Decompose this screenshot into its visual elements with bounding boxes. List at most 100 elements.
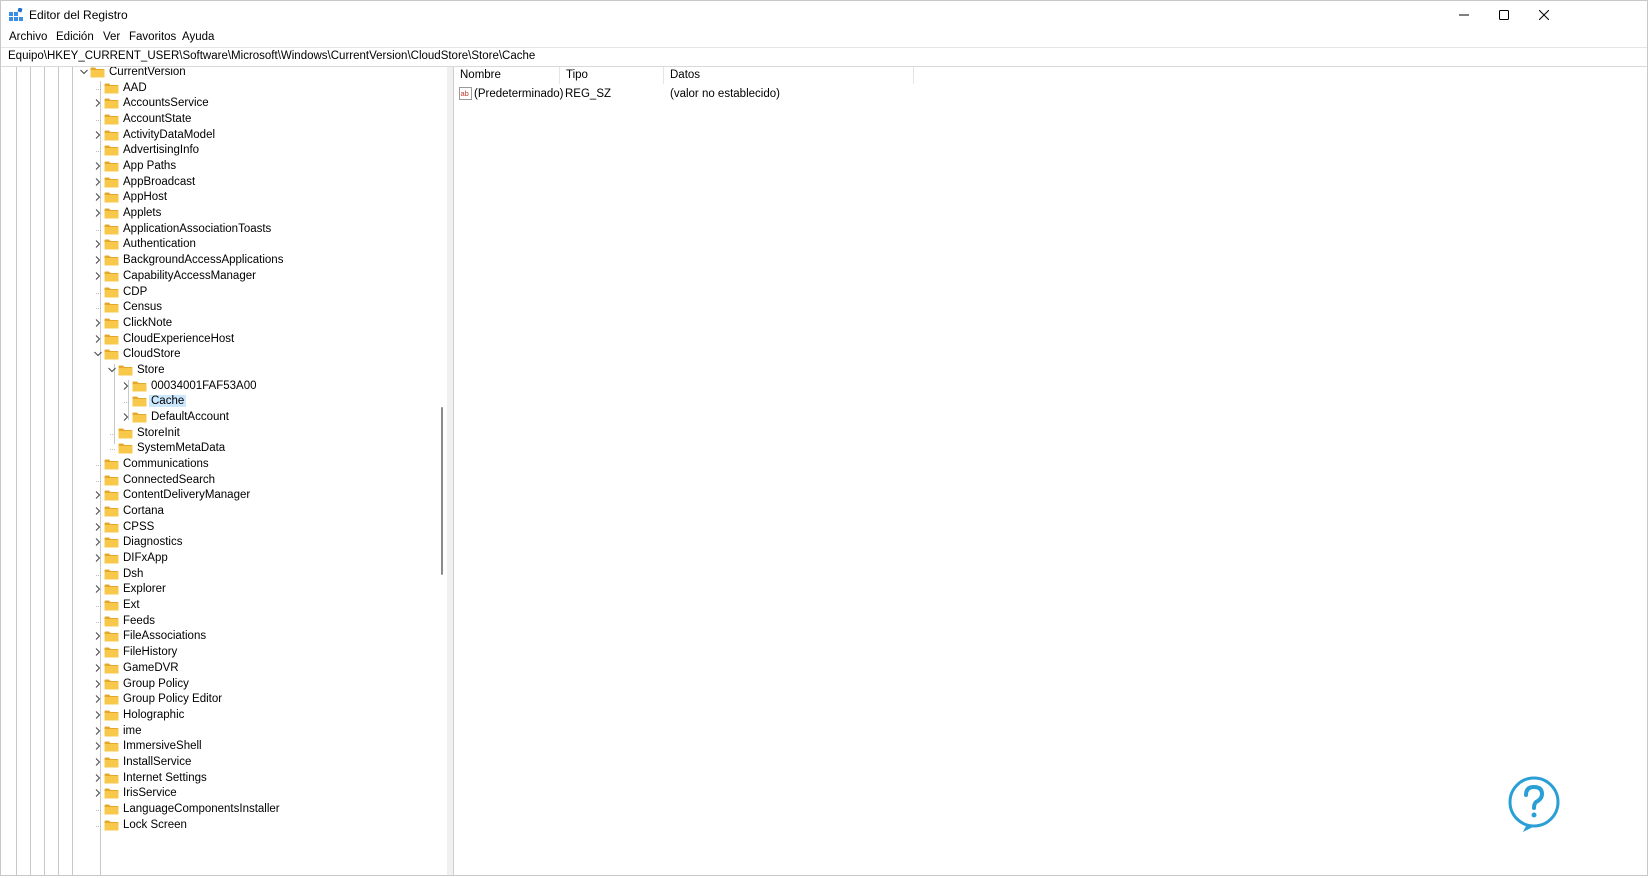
- tree-item-accountsservice[interactable]: AccountsService: [3, 96, 433, 112]
- column-header-name[interactable]: Nombre: [454, 67, 560, 84]
- chevron-right-icon[interactable]: [93, 255, 103, 265]
- column-header-data[interactable]: Datos: [664, 67, 914, 84]
- chevron-right-icon[interactable]: [93, 584, 103, 594]
- tree-item-difxapp[interactable]: DIFxApp: [3, 551, 433, 567]
- tree-item-cache[interactable]: Cache: [3, 394, 433, 410]
- menu-edicion[interactable]: Edición: [56, 31, 94, 43]
- registry-key-tree[interactable]: CurrentVersion AAD AccountsService AccountS…: [3, 67, 448, 875]
- tree-item-fileassociations[interactable]: FileAssociations: [3, 629, 433, 645]
- chevron-right-icon[interactable]: [93, 208, 103, 218]
- tree-item-connectedsearch[interactable]: ConnectedSearch: [3, 473, 433, 489]
- title-bar[interactable]: Editor del Registro: [1, 1, 1647, 29]
- chevron-right-icon[interactable]: [93, 130, 103, 140]
- tree-item-holographic[interactable]: Holographic: [3, 708, 433, 724]
- address-bar[interactable]: Equipo\HKEY_CURRENT_USER\Software\Micros…: [1, 47, 1647, 67]
- tree-item-ime[interactable]: ime: [3, 724, 433, 740]
- chevron-right-icon[interactable]: [93, 710, 103, 720]
- tree-item-apphost[interactable]: AppHost: [3, 190, 433, 206]
- chevron-right-icon[interactable]: [121, 412, 131, 422]
- tree-item-appbroadcast[interactable]: AppBroadcast: [3, 175, 433, 191]
- chevron-right-icon[interactable]: [93, 239, 103, 249]
- tree-item-communications[interactable]: Communications: [3, 457, 433, 473]
- chevron-down-icon[interactable]: [107, 365, 117, 375]
- chevron-right-icon[interactable]: [93, 506, 103, 516]
- tree-item-immersiveshell[interactable]: ImmersiveShell: [3, 739, 433, 755]
- chevron-right-icon[interactable]: [93, 773, 103, 783]
- tree-item-systemmetadata[interactable]: SystemMetaData: [3, 441, 433, 457]
- tree-item-cdp[interactable]: CDP: [3, 285, 433, 301]
- tree-item-applicationassociationtoasts[interactable]: ApplicationAssociationToasts: [3, 222, 433, 238]
- chevron-right-icon[interactable]: [93, 741, 103, 751]
- tree-item-gamedvr[interactable]: GameDVR: [3, 661, 433, 677]
- chevron-right-icon[interactable]: [93, 522, 103, 532]
- menu-ver[interactable]: Ver: [103, 31, 120, 43]
- chevron-right-icon[interactable]: [93, 726, 103, 736]
- tree-item-ext[interactable]: Ext: [3, 598, 433, 614]
- chevron-right-icon[interactable]: [93, 631, 103, 641]
- chevron-right-icon[interactable]: [93, 177, 103, 187]
- chevron-right-icon[interactable]: [93, 161, 103, 171]
- chevron-down-icon[interactable]: [93, 349, 103, 359]
- tree-item-explorer[interactable]: Explorer: [3, 582, 433, 598]
- menu-ayuda[interactable]: Ayuda: [182, 31, 214, 43]
- tree-item-irisservice[interactable]: IrisService: [3, 786, 433, 802]
- tree-item-filehistory[interactable]: FileHistory: [3, 645, 433, 661]
- chevron-right-icon[interactable]: [93, 334, 103, 344]
- address-path[interactable]: Equipo\HKEY_CURRENT_USER\Software\Micros…: [8, 50, 535, 62]
- chevron-down-icon[interactable]: [79, 67, 89, 77]
- chevron-right-icon[interactable]: [93, 553, 103, 563]
- tree-item-accountstate[interactable]: AccountState: [3, 112, 433, 128]
- tree-item-backgroundaccessapplications[interactable]: BackgroundAccessApplications: [3, 253, 433, 269]
- tree-item-cpss[interactable]: CPSS: [3, 520, 433, 536]
- close-button[interactable]: [1523, 1, 1565, 29]
- tree-item-cortana[interactable]: Cortana: [3, 504, 433, 520]
- tree-item-cloudexperiencehost[interactable]: CloudExperienceHost: [3, 332, 433, 348]
- values-list[interactable]: Nombre Tipo Datos ab (Predeterminado) RE…: [454, 67, 1647, 875]
- tree-item-store[interactable]: Store: [3, 363, 433, 379]
- maximize-button[interactable]: [1483, 1, 1525, 29]
- tree-item-authentication[interactable]: Authentication: [3, 237, 433, 253]
- tree-item-census[interactable]: Census: [3, 300, 433, 316]
- tree-item-feeds[interactable]: Feeds: [3, 614, 433, 630]
- tree-item-dsh[interactable]: Dsh: [3, 567, 433, 583]
- tree-scrollbar[interactable]: [437, 67, 447, 875]
- column-header-type[interactable]: Tipo: [560, 67, 664, 84]
- tree-item-cloudstore[interactable]: CloudStore: [3, 347, 433, 363]
- tree-item-contentdeliverymanager[interactable]: ContentDeliveryManager: [3, 488, 433, 504]
- chevron-right-icon[interactable]: [93, 490, 103, 500]
- tree-item-storeinit[interactable]: StoreInit: [3, 426, 433, 442]
- tree-item-group-policy[interactable]: Group Policy: [3, 677, 433, 693]
- tree-item-diagnostics[interactable]: Diagnostics: [3, 535, 433, 551]
- chevron-right-icon[interactable]: [93, 98, 103, 108]
- tree-item-aad[interactable]: AAD: [3, 81, 433, 97]
- tree-item-app-paths[interactable]: App Paths: [3, 159, 433, 175]
- tree-item-group-policy-editor[interactable]: Group Policy Editor: [3, 692, 433, 708]
- tree-item-clicknote[interactable]: ClickNote: [3, 316, 433, 332]
- menu-favoritos[interactable]: Favoritos: [129, 31, 176, 43]
- tree-item-defaultaccount[interactable]: DefaultAccount: [3, 410, 433, 426]
- tree-item-internet-settings[interactable]: Internet Settings: [3, 771, 433, 787]
- tree-item-advertisinginfo[interactable]: AdvertisingInfo: [3, 143, 433, 159]
- menu-archivo[interactable]: Archivo: [9, 31, 47, 43]
- chevron-right-icon[interactable]: [121, 381, 131, 391]
- chevron-right-icon[interactable]: [93, 192, 103, 202]
- tree-scrollbar-thumb[interactable]: [441, 407, 443, 575]
- tree-item-applets[interactable]: Applets: [3, 206, 433, 222]
- chevron-right-icon[interactable]: [93, 647, 103, 657]
- tree-item-installservice[interactable]: InstallService: [3, 755, 433, 771]
- pane-splitter[interactable]: [447, 67, 454, 875]
- tree-item-activitydatamodel[interactable]: ActivityDataModel: [3, 128, 433, 144]
- tree-item-lock-screen[interactable]: Lock Screen: [3, 818, 433, 834]
- tree-item-00034001faf53a00[interactable]: 00034001FAF53A00: [3, 379, 433, 395]
- chevron-right-icon[interactable]: [93, 679, 103, 689]
- tree-item-languagecomponentsinstaller[interactable]: LanguageComponentsInstaller: [3, 802, 433, 818]
- minimize-button[interactable]: [1443, 1, 1485, 29]
- tree-item-currentversion[interactable]: CurrentVersion: [3, 67, 433, 81]
- chevron-right-icon[interactable]: [93, 757, 103, 767]
- chevron-right-icon[interactable]: [93, 788, 103, 798]
- chevron-right-icon[interactable]: [93, 537, 103, 547]
- chevron-right-icon[interactable]: [93, 694, 103, 704]
- chevron-right-icon[interactable]: [93, 663, 103, 673]
- chevron-right-icon[interactable]: [93, 318, 103, 328]
- tree-item-capabilityaccessmanager[interactable]: CapabilityAccessManager: [3, 269, 433, 285]
